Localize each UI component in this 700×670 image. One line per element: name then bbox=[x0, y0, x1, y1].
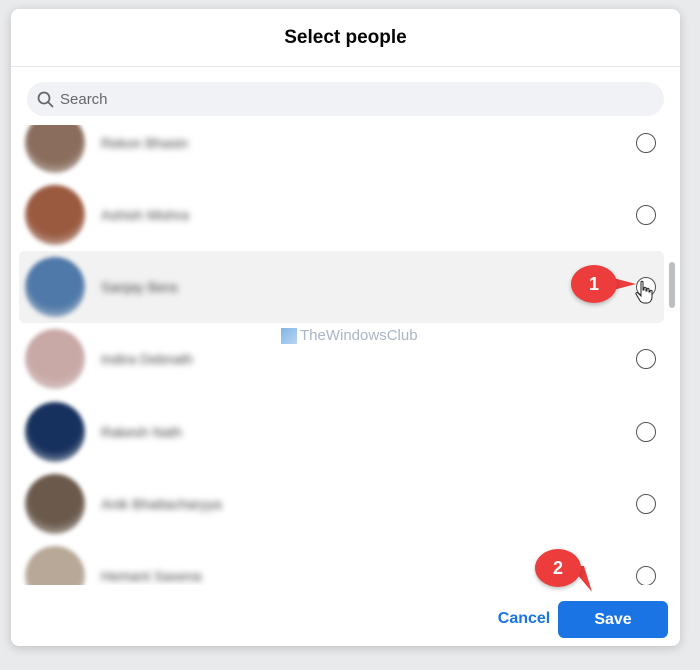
person-select-radio[interactable] bbox=[636, 133, 656, 153]
dialog-footer: Cancel Save bbox=[11, 591, 680, 646]
dialog-title: Select people bbox=[284, 26, 407, 48]
search-icon bbox=[37, 91, 54, 107]
step-2-number: 2 bbox=[552, 557, 563, 578]
person-select-radio[interactable] bbox=[636, 205, 656, 225]
dialog-header: Select people bbox=[11, 9, 680, 67]
save-button[interactable]: Save bbox=[558, 601, 668, 638]
person-select-radio[interactable] bbox=[636, 422, 656, 442]
avatar bbox=[25, 185, 85, 245]
step-1-callout: 1 bbox=[571, 265, 617, 303]
watermark-logo-icon bbox=[281, 327, 297, 344]
person-select-radio[interactable] bbox=[636, 494, 656, 514]
person-row[interactable]: Ashish Mishra bbox=[19, 179, 664, 251]
person-select-radio[interactable] bbox=[636, 349, 656, 369]
avatar bbox=[25, 329, 85, 389]
person-row[interactable]: Sanjay Bera bbox=[19, 251, 664, 323]
search-bar[interactable] bbox=[27, 82, 664, 116]
person-name: Rakesh Nath bbox=[101, 424, 182, 440]
step-2-callout: 2 bbox=[535, 549, 581, 587]
person-name: Ashish Mishra bbox=[101, 207, 189, 223]
avatar bbox=[25, 257, 85, 317]
avatar bbox=[25, 125, 85, 173]
people-list[interactable]: Rekon Bhasin Ashish Mishra Sanjay Bera Indi… bbox=[11, 125, 680, 585]
watermark-text: TheWindowsClub bbox=[300, 327, 418, 344]
cancel-button[interactable]: Cancel bbox=[477, 601, 571, 637]
scrollbar-thumb[interactable] bbox=[669, 262, 675, 308]
person-name: Indira Debnath bbox=[101, 351, 193, 367]
avatar bbox=[25, 402, 85, 462]
person-row[interactable]: Rakesh Nath bbox=[19, 396, 664, 468]
person-name: Rekon Bhasin bbox=[101, 135, 189, 151]
person-select-radio[interactable] bbox=[636, 566, 656, 585]
person-row[interactable]: Rekon Bhasin bbox=[19, 125, 664, 179]
person-name: Anik Bhattacharyya bbox=[101, 496, 222, 512]
hand-cursor-icon bbox=[635, 280, 653, 304]
person-name: Sanjay Bera bbox=[101, 279, 178, 295]
person-row[interactable]: Anik Bhattacharyya bbox=[19, 468, 664, 540]
step-1-number: 1 bbox=[588, 273, 599, 294]
avatar bbox=[25, 474, 85, 534]
avatar bbox=[25, 546, 85, 585]
watermark: TheWindowsClub bbox=[281, 327, 418, 344]
select-people-dialog: Select people Rekon Bhasin Ashish Mishra S… bbox=[11, 9, 680, 646]
search-input[interactable] bbox=[60, 90, 640, 108]
